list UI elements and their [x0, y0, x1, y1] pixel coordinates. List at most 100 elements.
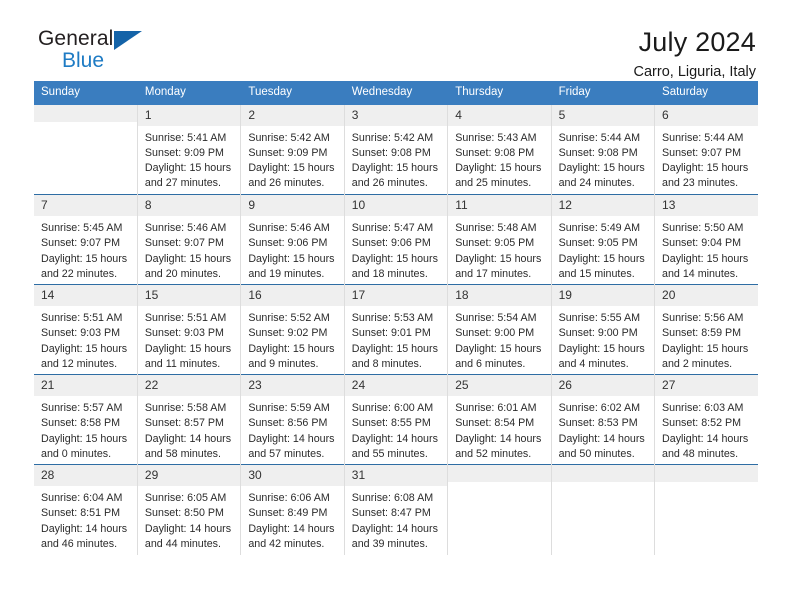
day-cell[interactable]: 30 Sunrise: 6:06 AM Sunset: 8:49 PM Dayl… [240, 464, 345, 555]
daylight-text-line1: Daylight: 15 hours [248, 162, 335, 175]
sunset-text: Sunset: 9:06 PM [351, 237, 431, 250]
day-cell[interactable]: 31 Sunrise: 6:08 AM Sunset: 8:47 PM Dayl… [344, 464, 449, 555]
daylight-text-line1: Daylight: 14 hours [144, 432, 232, 445]
daylight-text-line1: Daylight: 15 hours [144, 162, 232, 175]
daylight-text-line1: Daylight: 14 hours [662, 432, 749, 445]
day-cell[interactable] [34, 104, 138, 195]
day-cell[interactable]: 19 Sunrise: 5:55 AM Sunset: 9:00 PM Dayl… [551, 284, 656, 375]
day-number: 30 [241, 465, 344, 487]
day-cell[interactable]: 13 Sunrise: 5:50 AM Sunset: 9:04 PM Dayl… [654, 194, 758, 285]
day-number: 16 [241, 285, 344, 307]
sunset-text: Sunset: 8:58 PM [41, 417, 121, 430]
day-cell[interactable]: 18 Sunrise: 5:54 AM Sunset: 9:00 PM Dayl… [447, 284, 552, 375]
sunrise-text: Sunrise: 6:06 AM [248, 492, 330, 505]
daylight-text-line2: and 14 minutes. [662, 267, 739, 280]
day-cell[interactable]: 16 Sunrise: 5:52 AM Sunset: 9:02 PM Dayl… [240, 284, 345, 375]
day-number: 1 [137, 104, 241, 126]
triangle-icon [114, 31, 142, 50]
day-cell[interactable]: 14 Sunrise: 5:51 AM Sunset: 9:03 PM Dayl… [34, 284, 138, 375]
day-cell[interactable] [551, 464, 656, 555]
daylight-text-line1: Daylight: 14 hours [248, 432, 335, 445]
weekday-header-friday: Friday [551, 81, 656, 105]
day-cell[interactable]: 11 Sunrise: 5:48 AM Sunset: 9:05 PM Dayl… [447, 194, 552, 285]
day-cell[interactable]: 3 Sunrise: 5:42 AM Sunset: 9:08 PM Dayli… [344, 104, 449, 195]
sunrise-text: Sunrise: 6:03 AM [662, 402, 744, 415]
day-cell[interactable]: 15 Sunrise: 5:51 AM Sunset: 9:03 PM Dayl… [137, 284, 242, 375]
sunrise-text: Sunrise: 6:08 AM [351, 492, 434, 505]
day-cell[interactable]: 8 Sunrise: 5:46 AM Sunset: 9:07 PM Dayli… [137, 194, 242, 285]
daylight-text-line1: Daylight: 15 hours [144, 342, 232, 355]
sunrise-text: Sunrise: 5:48 AM [455, 222, 537, 235]
week-row: 1 Sunrise: 5:41 AM Sunset: 9:09 PM Dayli… [34, 104, 758, 195]
sunrise-text: Sunrise: 5:44 AM [558, 131, 640, 144]
day-cell[interactable]: 22 Sunrise: 5:58 AM Sunset: 8:57 PM Dayl… [137, 374, 242, 465]
day-cell[interactable]: 29 Sunrise: 6:05 AM Sunset: 8:50 PM Dayl… [137, 464, 242, 555]
day-cell[interactable]: 1 Sunrise: 5:41 AM Sunset: 9:09 PM Dayli… [137, 104, 242, 195]
day-number: 28 [34, 465, 137, 487]
day-cell[interactable]: 24 Sunrise: 6:00 AM Sunset: 8:55 PM Dayl… [344, 374, 449, 465]
day-cell[interactable]: 21 Sunrise: 5:57 AM Sunset: 8:58 PM Dayl… [34, 374, 138, 465]
daylight-text-line2: and 55 minutes. [351, 447, 428, 460]
sunrise-text: Sunrise: 5:53 AM [351, 312, 434, 325]
daylight-text-line1: Daylight: 15 hours [558, 162, 645, 175]
sunset-text: Sunset: 9:01 PM [351, 327, 431, 340]
daylight-text-line2: and 15 minutes. [558, 267, 635, 280]
daylight-text-line1: Daylight: 15 hours [351, 252, 438, 265]
day-details: Sunrise: 5:49 AM Sunset: 9:05 PM Dayligh… [552, 216, 654, 282]
day-cell[interactable]: 10 Sunrise: 5:47 AM Sunset: 9:06 PM Dayl… [344, 194, 449, 285]
day-number: 19 [551, 285, 655, 307]
day-cell[interactable]: 17 Sunrise: 5:53 AM Sunset: 9:01 PM Dayl… [344, 284, 449, 375]
day-cell[interactable]: 9 Sunrise: 5:46 AM Sunset: 9:06 PM Dayli… [240, 194, 345, 285]
sunrise-text: Sunrise: 5:42 AM [351, 131, 434, 144]
sunrise-text: Sunrise: 5:46 AM [248, 222, 330, 235]
day-cell[interactable]: 20 Sunrise: 5:56 AM Sunset: 8:59 PM Dayl… [654, 284, 758, 375]
daylight-text-line2: and 26 minutes. [351, 177, 428, 190]
sunrise-text: Sunrise: 5:45 AM [41, 222, 123, 235]
day-number: 12 [551, 195, 655, 217]
sunset-text: Sunset: 9:09 PM [144, 146, 224, 159]
calendar-body: 1 Sunrise: 5:41 AM Sunset: 9:09 PM Dayli… [34, 104, 758, 555]
daylight-text-line2: and 42 minutes. [248, 537, 325, 550]
sunrise-text: Sunrise: 6:04 AM [41, 492, 123, 505]
sunset-text: Sunset: 9:03 PM [144, 327, 224, 340]
sunrise-text: Sunrise: 6:02 AM [558, 402, 640, 415]
day-cell[interactable]: 4 Sunrise: 5:43 AM Sunset: 9:08 PM Dayli… [447, 104, 552, 195]
sunrise-text: Sunrise: 5:55 AM [558, 312, 640, 325]
daylight-text-line2: and 44 minutes. [144, 537, 221, 550]
day-details: Sunrise: 5:43 AM Sunset: 9:08 PM Dayligh… [448, 126, 550, 192]
daylight-text-line1: Daylight: 14 hours [558, 432, 645, 445]
daylight-text-line2: and 6 minutes. [455, 357, 526, 370]
day-details: Sunrise: 5:45 AM Sunset: 9:07 PM Dayligh… [34, 216, 137, 282]
day-cell[interactable]: 2 Sunrise: 5:42 AM Sunset: 9:09 PM Dayli… [240, 104, 345, 195]
day-details: Sunrise: 6:00 AM Sunset: 8:55 PM Dayligh… [345, 396, 447, 462]
weekday-header-wednesday: Wednesday [344, 81, 449, 105]
daylight-text-line2: and 0 minutes. [41, 447, 112, 460]
general-blue-logo[interactable]: General Blue [34, 28, 158, 80]
logo-text-blue: Blue [62, 49, 105, 72]
day-cell[interactable]: 7 Sunrise: 5:45 AM Sunset: 9:07 PM Dayli… [34, 194, 138, 285]
page-subtitle: Carro, Liguria, Italy [633, 63, 757, 80]
day-details: Sunrise: 6:04 AM Sunset: 8:51 PM Dayligh… [34, 486, 137, 552]
daylight-text-line1: Daylight: 14 hours [455, 432, 542, 445]
day-cell[interactable]: 12 Sunrise: 5:49 AM Sunset: 9:05 PM Dayl… [551, 194, 656, 285]
day-cell[interactable]: 27 Sunrise: 6:03 AM Sunset: 8:52 PM Dayl… [654, 374, 758, 465]
day-cell[interactable] [447, 464, 552, 555]
sunset-text: Sunset: 9:08 PM [558, 146, 638, 159]
day-cell[interactable]: 26 Sunrise: 6:02 AM Sunset: 8:53 PM Dayl… [551, 374, 656, 465]
day-number: 3 [344, 104, 448, 126]
sunset-text: Sunset: 9:08 PM [351, 146, 431, 159]
daylight-text-line2: and 4 minutes. [558, 357, 629, 370]
day-cell[interactable]: 25 Sunrise: 6:01 AM Sunset: 8:54 PM Dayl… [447, 374, 552, 465]
day-cell[interactable] [654, 464, 758, 555]
daylight-text-line2: and 52 minutes. [455, 447, 532, 460]
day-cell[interactable]: 6 Sunrise: 5:44 AM Sunset: 9:07 PM Dayli… [655, 104, 758, 195]
daylight-text-line1: Daylight: 14 hours [41, 522, 128, 535]
day-details: Sunrise: 5:55 AM Sunset: 9:00 PM Dayligh… [552, 306, 654, 372]
day-details: Sunrise: 6:08 AM Sunset: 8:47 PM Dayligh… [345, 486, 447, 552]
sunrise-text: Sunrise: 5:58 AM [144, 402, 227, 415]
day-number [655, 465, 758, 483]
day-cell[interactable]: 23 Sunrise: 5:59 AM Sunset: 8:56 PM Dayl… [240, 374, 345, 465]
day-cell[interactable]: 28 Sunrise: 6:04 AM Sunset: 8:51 PM Dayl… [34, 464, 138, 555]
day-cell[interactable]: 5 Sunrise: 5:44 AM Sunset: 9:08 PM Dayli… [551, 104, 656, 195]
sunset-text: Sunset: 9:03 PM [41, 327, 121, 340]
